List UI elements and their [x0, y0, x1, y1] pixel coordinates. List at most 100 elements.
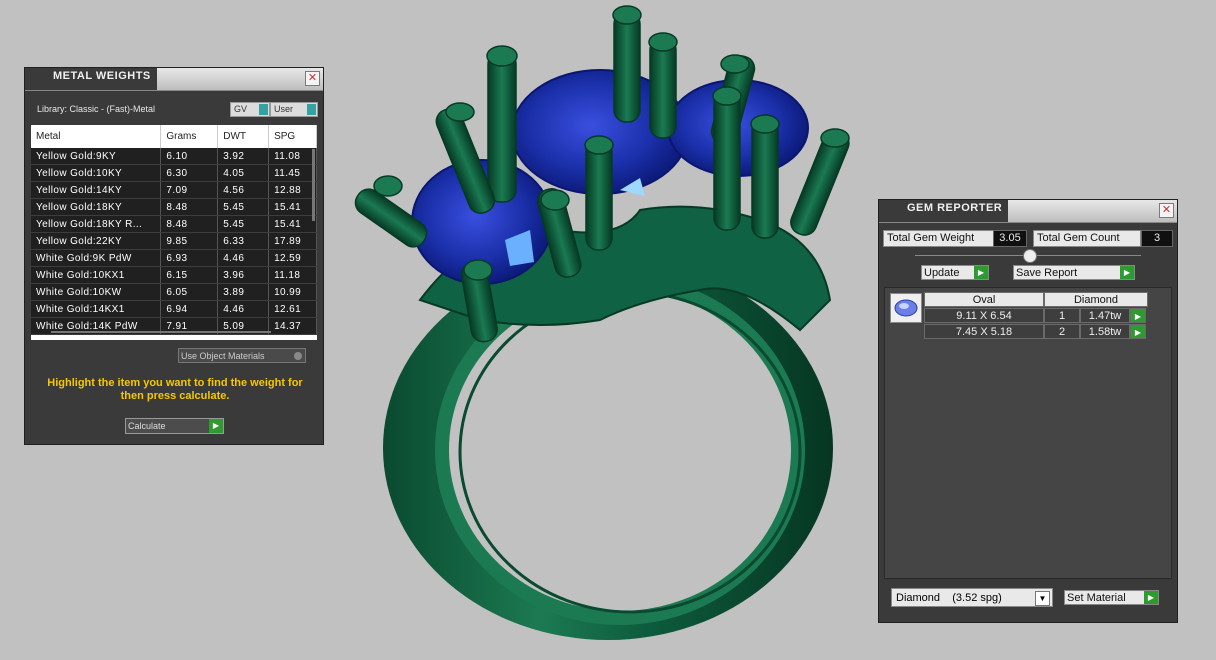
gv-toggle[interactable]: GV: [230, 102, 270, 117]
user-label: User: [274, 104, 294, 114]
close-icon[interactable]: ✕: [1159, 203, 1174, 218]
grams-cell: 8.48: [160, 215, 219, 233]
metal-weights-title: METAL WEIGHTS: [25, 68, 157, 90]
gem-size: 9.11 X 6.54: [924, 308, 1044, 323]
go-arrow-icon: ▶: [1120, 266, 1134, 279]
gem-shape-header: Oval: [924, 292, 1044, 307]
horizontal-scrollbar[interactable]: [51, 331, 271, 333]
spg-cell: 10.99: [268, 283, 317, 301]
table-row[interactable]: Yellow Gold:10KY 6.30 4.05 11.45: [31, 164, 317, 182]
gem-reporter-title: GEM REPORTER: [879, 200, 1009, 222]
spg-cell: 15.41: [268, 215, 317, 233]
metal-name-cell: White Gold:10KW: [31, 283, 162, 301]
table-row[interactable]: Yellow Gold:18KY R... 8.48 5.45 15.41: [31, 215, 317, 233]
calculate-label: Calculate: [128, 421, 166, 431]
spg-cell: 15.41: [268, 198, 317, 216]
dwt-cell: 5.45: [217, 215, 270, 233]
metal-weights-panel[interactable]: METAL WEIGHTS ✕ Library: Classic - (Fast…: [24, 67, 324, 445]
metal-name-cell: White Gold:10KX1: [31, 266, 162, 284]
total-gem-weight-label: Total Gem Weight: [883, 230, 995, 247]
dwt-cell: 3.96: [217, 266, 270, 284]
gem-list[interactable]: Oval Diamond 9.11 X 6.54 1 1.47tw ▶ 7.45…: [884, 287, 1172, 579]
material-select[interactable]: Diamond (3.52 spg) ▼: [891, 588, 1053, 607]
go-arrow-icon: ▶: [209, 419, 223, 433]
metal-table-header: Metal Grams DWT SPG: [31, 125, 317, 148]
library-label: Library: Classic - (Fast)-Metal: [37, 104, 156, 114]
total-gem-count-value: 3: [1141, 230, 1173, 247]
radio-icon: [294, 352, 302, 360]
slider-handle[interactable]: [1023, 249, 1037, 263]
dwt-cell: 6.33: [217, 232, 270, 250]
table-row[interactable]: Yellow Gold:22KY 9.85 6.33 17.89: [31, 232, 317, 250]
gem-reporter-titlebar[interactable]: GEM REPORTER ✕: [879, 200, 1177, 223]
set-material-button[interactable]: Set Material ▶: [1064, 590, 1159, 605]
dwt-cell: 4.56: [217, 181, 270, 199]
gem-reporter-panel[interactable]: GEM REPORTER ✕ Total Gem Weight 3.05 Tot…: [878, 199, 1178, 623]
ring-model[interactable]: [351, 5, 853, 640]
go-arrow-icon[interactable]: ▶: [1130, 308, 1146, 323]
col-grams[interactable]: Grams: [160, 125, 219, 148]
gem-thumbnail-icon[interactable]: [890, 293, 922, 323]
use-object-materials-toggle[interactable]: Use Object Materials: [178, 348, 306, 363]
table-row[interactable]: White Gold:14KX1 6.94 4.46 12.61: [31, 300, 317, 318]
dwt-cell: 4.05: [217, 164, 270, 182]
calculate-button[interactable]: Calculate ▶: [125, 418, 224, 434]
col-dwt[interactable]: DWT: [217, 125, 270, 148]
close-icon[interactable]: ✕: [305, 71, 320, 86]
gem-size: 7.45 X 5.18: [924, 324, 1044, 339]
metal-name-cell: Yellow Gold:22KY: [31, 232, 162, 250]
save-report-button[interactable]: Save Report ▶: [1013, 265, 1135, 280]
spg-cell: 11.45: [268, 164, 317, 182]
grams-cell: 7.09: [160, 181, 219, 199]
spg-cell: 17.89: [268, 232, 317, 250]
grams-cell: 6.05: [160, 283, 219, 301]
gem-weight: 1.47tw: [1080, 308, 1130, 323]
grams-cell: 8.48: [160, 198, 219, 216]
save-report-label: Save Report: [1016, 267, 1078, 279]
col-spg[interactable]: SPG: [268, 125, 317, 148]
use-object-materials-label: Use Object Materials: [181, 351, 265, 361]
go-arrow-icon: ▶: [974, 266, 988, 279]
go-arrow-icon[interactable]: ▶: [1130, 324, 1146, 339]
metal-name-cell: White Gold:14KX1: [31, 300, 162, 318]
hint-text: Highlight the item you want to find the …: [47, 377, 303, 402]
table-row[interactable]: White Gold:10KW 6.05 3.89 10.99: [31, 283, 317, 301]
grams-cell: 9.85: [160, 232, 219, 250]
gem-weight: 1.58tw: [1080, 324, 1130, 339]
metal-name-cell: Yellow Gold:18KY: [31, 198, 162, 216]
col-metal[interactable]: Metal: [31, 125, 162, 148]
grams-cell: 6.94: [160, 300, 219, 318]
table-row[interactable]: White Gold:10KX1 6.15 3.96 11.18: [31, 266, 317, 284]
metal-name-cell: Yellow Gold:9KY: [31, 148, 162, 165]
gem-count: 2: [1044, 324, 1080, 339]
spg-cell: 12.61: [268, 300, 317, 318]
grams-cell: 6.30: [160, 164, 219, 182]
spg-cell: 12.88: [268, 181, 317, 199]
table-row[interactable]: White Gold:9K PdW 6.93 4.46 12.59: [31, 249, 317, 267]
metal-name-cell: Yellow Gold:10KY: [31, 164, 162, 182]
total-gem-weight-value: 3.05: [993, 230, 1027, 247]
table-row[interactable]: Yellow Gold:18KY 8.48 5.45 15.41: [31, 198, 317, 216]
table-row[interactable]: Yellow Gold:14KY 7.09 4.56 12.88: [31, 181, 317, 199]
spg-cell: 12.59: [268, 249, 317, 267]
dwt-cell: 3.89: [217, 283, 270, 301]
grams-cell: 6.15: [160, 266, 219, 284]
update-label: Update: [924, 267, 960, 279]
dwt-cell: 5.45: [217, 198, 270, 216]
dropdown-arrow-icon: ▼: [1035, 591, 1050, 606]
update-button[interactable]: Update ▶: [921, 265, 989, 280]
gem-material-header: Diamond: [1044, 292, 1148, 307]
spg-cell: 11.08: [268, 148, 317, 165]
spg-cell: 11.18: [268, 266, 317, 284]
vertical-scrollbar[interactable]: [312, 149, 315, 221]
metal-name-cell: Yellow Gold:18KY R...: [31, 215, 162, 233]
set-material-label: Set Material: [1067, 592, 1126, 604]
metal-name-cell: White Gold:9K PdW: [31, 249, 162, 267]
gem-count: 1: [1044, 308, 1080, 323]
metal-table[interactable]: Metal Grams DWT SPG Yellow Gold:9KY 6.10 3…: [31, 125, 317, 340]
gv-label: GV: [234, 104, 248, 114]
metal-weights-titlebar[interactable]: METAL WEIGHTS ✕: [25, 68, 323, 91]
user-toggle[interactable]: User: [270, 102, 318, 117]
dwt-cell: 3.92: [217, 148, 270, 165]
table-row[interactable]: Yellow Gold:9KY 6.10 3.92 11.08: [31, 148, 317, 165]
